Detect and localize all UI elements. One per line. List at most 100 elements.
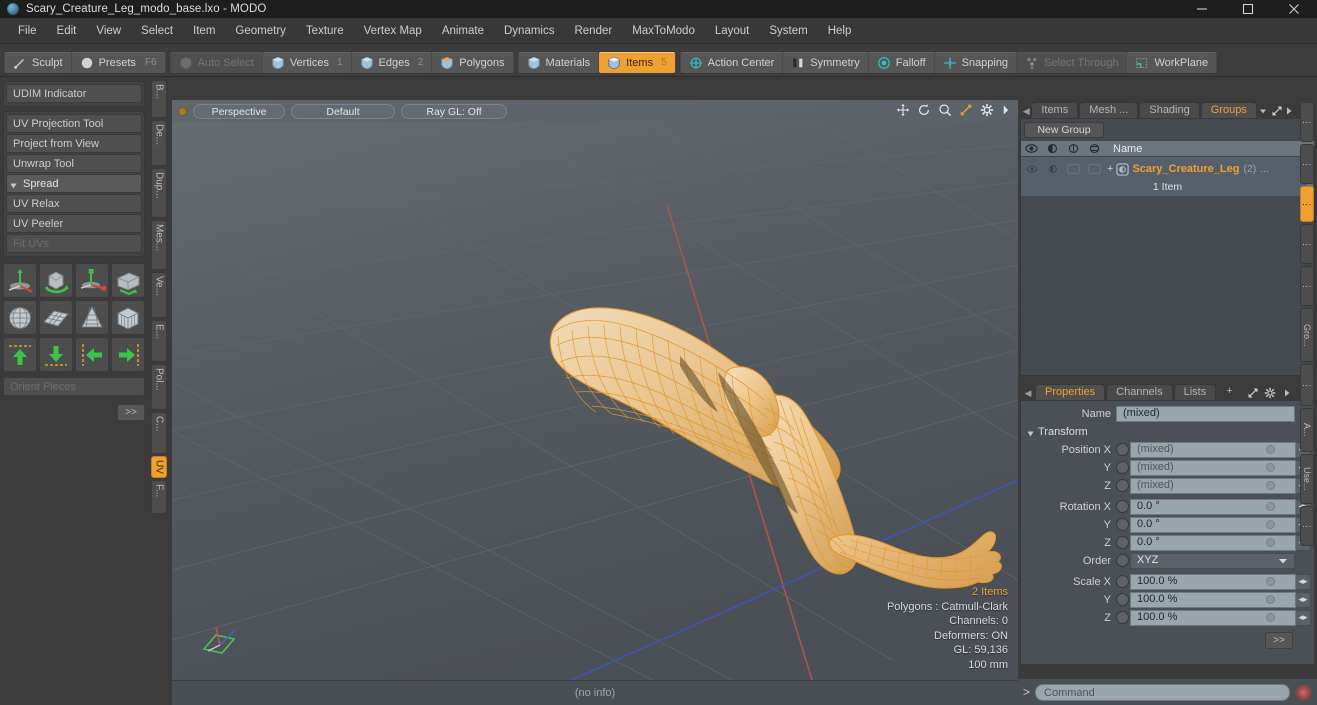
materials-button[interactable]: Materials	[518, 51, 599, 73]
uv-box-grid-icon[interactable]	[111, 300, 145, 335]
position-x-radio[interactable]	[1116, 443, 1129, 456]
vtab-edge[interactable]: E...	[151, 320, 167, 362]
workplane-button[interactable]: WorkPlane	[1127, 51, 1217, 73]
vtab-basic[interactable]: B...	[151, 80, 167, 118]
zoom-icon[interactable]	[938, 103, 952, 117]
menu-item-system[interactable]: System	[759, 21, 817, 41]
scale-y-radio[interactable]	[1116, 593, 1129, 606]
uv-flip-box-icon[interactable]	[111, 263, 145, 298]
vtab-duplicate[interactable]: Dup...	[151, 168, 167, 218]
rotation-z-anim-dot[interactable]	[1266, 538, 1275, 547]
rvtab-10[interactable]: ⋮	[1300, 506, 1314, 546]
orient-pieces-button[interactable]: Orient Pieces	[3, 377, 145, 396]
tab-lists[interactable]: Lists	[1173, 384, 1217, 400]
uv-align-down-icon[interactable]	[39, 337, 73, 372]
menu-item-render[interactable]: Render	[564, 21, 622, 41]
rvtab-5[interactable]: ⋮	[1300, 266, 1314, 306]
fit-uvs-button[interactable]: Fit UVs	[6, 234, 142, 253]
rotation-y-field[interactable]: 0.0 °	[1130, 516, 1296, 533]
menu-item-help[interactable]: Help	[818, 21, 862, 41]
tab-channels[interactable]: Channels	[1106, 384, 1173, 400]
uv-align-left-icon[interactable]	[75, 337, 109, 372]
rvtab-assembly[interactable]: A...	[1300, 408, 1314, 452]
left-panel-more-button[interactable]: >>	[117, 404, 145, 421]
pan-icon[interactable]	[896, 103, 910, 117]
menu-item-animate[interactable]: Animate	[432, 21, 494, 41]
vertices-button[interactable]: Vertices 1	[262, 51, 351, 73]
menu-item-item[interactable]: Item	[183, 21, 225, 41]
scale-x-anim-dot[interactable]	[1266, 577, 1275, 586]
vtab-command[interactable]: C...	[151, 412, 167, 454]
unwrap-tool-button[interactable]: Unwrap Tool	[6, 154, 142, 173]
rvtab-7[interactable]: ⋮	[1300, 364, 1314, 406]
row-expand-toggle[interactable]: +	[1107, 163, 1113, 175]
render-icon[interactable]	[1084, 143, 1105, 154]
axis-gizmo-icon[interactable]	[194, 617, 250, 662]
position-y-field[interactable]: (mixed)	[1130, 459, 1296, 476]
position-z-field[interactable]: (mixed)	[1130, 477, 1296, 494]
items-button[interactable]: Items 5	[599, 51, 675, 73]
add-tab-button[interactable]: +	[1217, 384, 1241, 400]
uv-move-gizmo-icon[interactable]	[3, 263, 37, 298]
position-y-radio[interactable]	[1116, 461, 1129, 474]
rvtab-1[interactable]: ⋮	[1300, 102, 1314, 142]
properties-collapse-icon[interactable]: ◀	[1022, 386, 1034, 400]
command-input[interactable]: Command	[1035, 683, 1290, 701]
record-icon[interactable]	[1295, 683, 1312, 701]
rotation-y-anim-dot[interactable]	[1266, 520, 1275, 529]
tab-shading[interactable]: Shading	[1139, 102, 1200, 118]
menu-item-vertex-map[interactable]: Vertex Map	[354, 21, 432, 41]
menu-item-maxtomodo[interactable]: MaxToModo	[622, 21, 705, 41]
action-center-button[interactable]: Action Center	[680, 51, 783, 73]
position-x-field[interactable]: (mixed)	[1130, 441, 1296, 458]
new-group-button[interactable]: New Group	[1024, 122, 1104, 138]
rotation-x-anim-dot[interactable]	[1266, 502, 1275, 511]
viewport-raygl-toggle[interactable]: Ray GL: Off	[401, 103, 507, 119]
vtab-fur[interactable]: F...	[151, 480, 167, 514]
row-shading-toggle[interactable]	[1042, 164, 1063, 174]
scale-z-field[interactable]: 100.0 %	[1130, 609, 1296, 626]
scale-y-anim-dot[interactable]	[1266, 595, 1275, 604]
close-button[interactable]	[1271, 0, 1317, 18]
vtab-vertex[interactable]: Ve...	[151, 272, 167, 318]
chevron-right-icon[interactable]	[1279, 386, 1295, 400]
rotation-z-radio[interactable]	[1116, 536, 1129, 549]
rvtab-2[interactable]: ⋮	[1300, 144, 1314, 184]
vtab-uv[interactable]: UV	[151, 456, 167, 478]
tab-mesh[interactable]: Mesh ...	[1079, 102, 1139, 118]
symmetry-button[interactable]: Symmetry	[783, 51, 868, 73]
tab-groups[interactable]: Groups	[1200, 102, 1257, 118]
scale-z-radio[interactable]	[1116, 611, 1129, 624]
expand-icon[interactable]	[1245, 386, 1261, 400]
rotate-icon[interactable]	[917, 103, 931, 117]
scale-z-anim-dot[interactable]	[1266, 613, 1275, 622]
polygons-button[interactable]: Polygons	[432, 51, 513, 73]
rotation-y-radio[interactable]	[1116, 518, 1129, 531]
rvtab-groups[interactable]: Gro...	[1300, 308, 1314, 362]
rotation-x-field[interactable]: 0.0 °	[1130, 498, 1296, 515]
uv-scale-gizmo-icon[interactable]	[75, 263, 109, 298]
transform-section-header[interactable]: Transform	[1024, 423, 1311, 441]
viewport-shading-selector[interactable]: Default	[291, 103, 395, 119]
udim-indicator-button[interactable]: UDIM Indicator	[6, 84, 142, 103]
row-render-toggle[interactable]	[1084, 164, 1105, 174]
tab-items[interactable]: Items	[1031, 102, 1079, 118]
uv-projection-tool-button[interactable]: UV Projection Tool	[6, 114, 142, 133]
chevron-right-icon[interactable]	[1284, 104, 1295, 118]
table-row[interactable]: + Scary_Creature_Leg (2) ...	[1021, 157, 1314, 181]
rotation-x-radio[interactable]	[1116, 500, 1129, 513]
spread-section-header[interactable]: Spread	[6, 174, 142, 193]
falloff-button[interactable]: Falloff	[868, 51, 934, 73]
menu-item-select[interactable]: Select	[131, 21, 183, 41]
project-from-view-button[interactable]: Project from View	[6, 134, 142, 153]
uv-cone-grid-icon[interactable]	[75, 300, 109, 335]
menu-item-file[interactable]: File	[8, 21, 47, 41]
expand-icon[interactable]	[1271, 104, 1283, 118]
uv-plane-grid-icon[interactable]	[39, 300, 73, 335]
sculpt-button[interactable]: Sculpt	[5, 51, 71, 73]
rotation-z-field[interactable]: 0.0 °	[1130, 534, 1296, 551]
uv-peeler-button[interactable]: UV Peeler	[6, 214, 142, 233]
uv-rotate-cube-icon[interactable]	[39, 263, 73, 298]
menu-item-view[interactable]: View	[86, 21, 131, 41]
scale-x-field[interactable]: 100.0 %	[1130, 573, 1296, 590]
